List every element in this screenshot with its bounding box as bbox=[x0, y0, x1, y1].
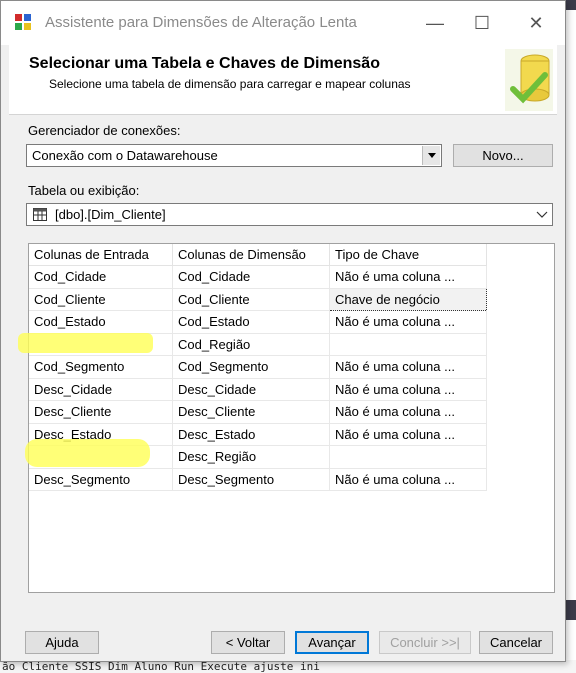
new-connection-button[interactable]: Novo... bbox=[453, 144, 553, 167]
finish-button[interactable]: Concluir >>| bbox=[379, 631, 471, 654]
title-bar: Assistente para Dimensões de Alteração L… bbox=[1, 1, 565, 45]
cancel-button[interactable]: Cancelar bbox=[479, 631, 553, 654]
column-mapping-grid[interactable]: Colunas de Entrada Colunas de Dimensão T… bbox=[28, 243, 555, 593]
table-or-view-select[interactable]: [dbo].[Dim_Cliente] bbox=[26, 203, 553, 226]
dimension-column-cell[interactable]: Cod_Região bbox=[172, 333, 330, 356]
dimension-column-cell[interactable]: Cod_Cliente bbox=[172, 288, 330, 311]
dimension-column-cell[interactable]: Desc_Estado bbox=[172, 423, 330, 446]
table-row[interactable]: Cod_Estado Cod_Estado Não é uma coluna .… bbox=[29, 310, 487, 334]
connection-manager-label: Gerenciador de conexões: bbox=[28, 123, 181, 138]
table-row[interactable]: Desc_Segmento Desc_Segmento Não é uma co… bbox=[29, 468, 487, 491]
table-or-view-value: [dbo].[Dim_Cliente] bbox=[55, 207, 166, 222]
key-type-cell[interactable]: Não é uma coluna ... bbox=[329, 423, 487, 446]
dimension-column-cell[interactable]: Desc_Região bbox=[172, 445, 330, 469]
key-type-cell[interactable]: Não é uma coluna ... bbox=[329, 265, 487, 289]
next-button[interactable]: Avançar bbox=[295, 631, 369, 654]
maximize-button[interactable]: ☐ bbox=[459, 9, 505, 37]
input-column-cell[interactable]: Cod_Cidade bbox=[29, 265, 173, 289]
help-button[interactable]: Ajuda bbox=[25, 631, 99, 654]
input-column-cell[interactable]: Desc_Cidade bbox=[29, 378, 173, 401]
wizard-window: Assistente para Dimensões de Alteração L… bbox=[0, 0, 566, 662]
wizard-header: Selecionar uma Tabela e Chaves de Dimens… bbox=[9, 45, 557, 115]
window-title: Assistente para Dimensões de Alteração L… bbox=[45, 14, 357, 31]
input-column-cell[interactable]: Cod_Segmento bbox=[29, 355, 173, 379]
dimension-column-cell[interactable]: Desc_Segmento bbox=[172, 468, 330, 491]
highlighter-mark bbox=[25, 439, 150, 467]
key-type-cell[interactable]: Não é uma coluna ... bbox=[329, 468, 487, 491]
dimension-column-cell[interactable]: Desc_Cidade bbox=[172, 378, 330, 401]
page-title: Selecionar uma Tabela e Chaves de Dimens… bbox=[29, 55, 380, 72]
input-column-cell[interactable]: Cod_Cliente bbox=[29, 288, 173, 311]
table-or-view-label: Tabela ou exibição: bbox=[28, 183, 140, 198]
header-input-columns[interactable]: Colunas de Entrada bbox=[29, 244, 173, 266]
key-type-cell[interactable]: Não é uma coluna ... bbox=[329, 310, 487, 334]
grid-header-row: Colunas de Entrada Colunas de Dimensão T… bbox=[29, 244, 487, 266]
table-row[interactable]: Cod_Cidade Cod_Cidade Não é uma coluna .… bbox=[29, 265, 487, 289]
chevron-down-icon[interactable] bbox=[536, 210, 548, 219]
database-check-icon bbox=[505, 49, 553, 111]
key-type-cell[interactable]: Não é uma coluna ... bbox=[329, 355, 487, 379]
dimension-column-cell[interactable]: Cod_Cidade bbox=[172, 265, 330, 289]
chevron-down-icon[interactable] bbox=[422, 146, 440, 165]
key-type-cell[interactable] bbox=[329, 445, 487, 469]
page-subtitle: Selecione uma tabela de dimensão para ca… bbox=[49, 77, 411, 91]
minimize-button[interactable]: — bbox=[412, 9, 458, 37]
dimension-column-cell[interactable]: Cod_Estado bbox=[172, 310, 330, 334]
back-button[interactable]: < Voltar bbox=[211, 631, 285, 654]
highlighter-mark bbox=[18, 333, 153, 353]
wizard-app-icon bbox=[15, 14, 31, 30]
key-type-cell[interactable]: Chave de negócio bbox=[329, 287, 487, 311]
table-row[interactable]: Cod_Segmento Cod_Segmento Não é uma colu… bbox=[29, 355, 487, 379]
connection-manager-select[interactable]: Conexão com o Datawarehouse bbox=[26, 144, 442, 167]
dimension-column-cell[interactable]: Cod_Segmento bbox=[172, 355, 330, 379]
table-row[interactable]: Cod_Cliente Cod_Cliente Chave de negócio bbox=[29, 287, 487, 311]
table-row[interactable]: Desc_Cliente Desc_Cliente Não é uma colu… bbox=[29, 400, 487, 424]
header-dimension-columns[interactable]: Colunas de Dimensão bbox=[172, 244, 330, 266]
input-column-cell[interactable]: Cod_Estado bbox=[29, 310, 173, 334]
header-key-type[interactable]: Tipo de Chave bbox=[329, 244, 487, 266]
dimension-column-cell[interactable]: Desc_Cliente bbox=[172, 400, 330, 424]
key-type-cell[interactable]: Não é uma coluna ... bbox=[329, 400, 487, 424]
input-column-cell[interactable]: Desc_Segmento bbox=[29, 468, 173, 491]
connection-manager-value: Conexão com o Datawarehouse bbox=[32, 148, 218, 163]
key-type-cell[interactable] bbox=[329, 333, 487, 356]
close-button[interactable]: ✕ bbox=[513, 9, 559, 37]
table-icon bbox=[33, 208, 47, 221]
key-type-cell[interactable]: Não é uma coluna ... bbox=[329, 378, 487, 401]
input-column-cell[interactable]: Desc_Cliente bbox=[29, 400, 173, 424]
table-row[interactable]: Desc_Cidade Desc_Cidade Não é uma coluna… bbox=[29, 378, 487, 401]
